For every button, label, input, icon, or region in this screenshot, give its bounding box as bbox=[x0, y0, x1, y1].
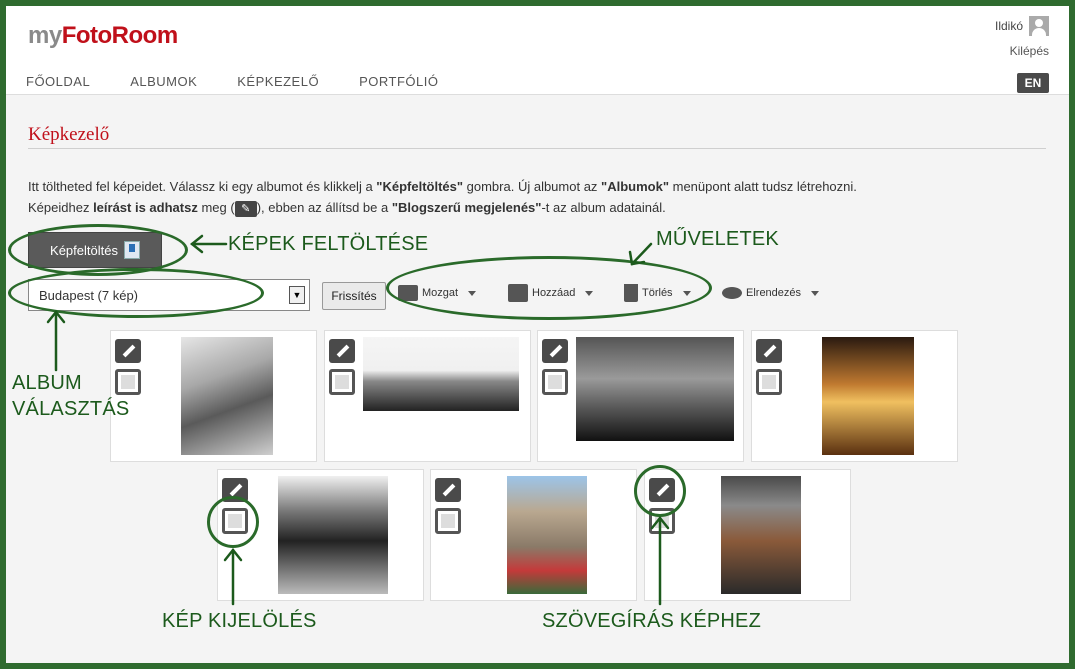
annotation-caption: SZÖVEGÍRÁS KÉPHEZ bbox=[542, 610, 762, 632]
app-window: myFotoRoom Ildikó Kilépés FŐOLDAL ALBUMO… bbox=[6, 6, 1069, 663]
annotation-album-1: ALBUM bbox=[12, 372, 82, 394]
annotation-select-image: KÉP KIJELÖLÉS bbox=[162, 610, 317, 632]
annotation-arrows bbox=[46, 234, 670, 606]
annotation-upload: KÉPEK FELTÖLTÉSE bbox=[228, 233, 429, 255]
annotation-actions: MŰVELETEK bbox=[656, 228, 779, 250]
annotation-album-2: VÁLASZTÁS bbox=[12, 398, 130, 420]
